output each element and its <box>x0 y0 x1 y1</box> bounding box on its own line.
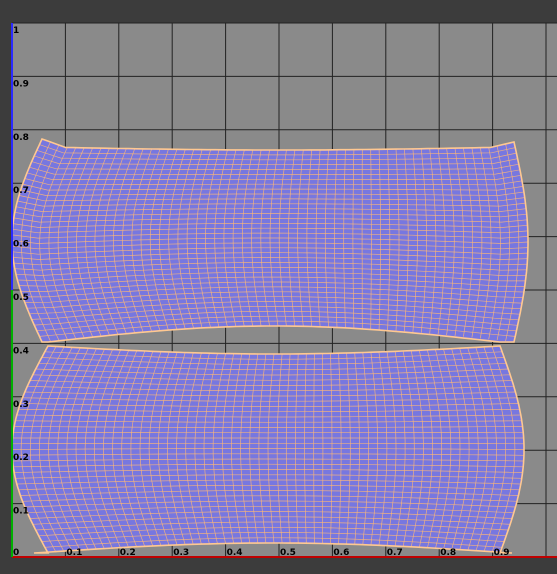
uv-canvas[interactable]: 0 0.1 0.2 0.3 0.4 0.5 0.6 0.7 0.8 0.9 0.1 0.2 0.3 0.4… <box>0 0 557 574</box>
v-tick-label: 0.1 <box>13 507 29 517</box>
v-tick-label: 0.2 <box>13 453 29 463</box>
v-tick-label: 0.8 <box>13 133 29 143</box>
uv-editor-viewport[interactable]: 0 0.1 0.2 0.3 0.4 0.5 0.6 0.7 0.8 0.9 0.1 0.2 0.3 0.4… <box>0 0 557 574</box>
u-tick-label: 0.4 <box>227 548 243 558</box>
u-tick-label: 0.8 <box>440 548 456 558</box>
v-tick-label: 0.3 <box>13 400 29 410</box>
u-tick-label: 0.6 <box>333 548 349 558</box>
u-tick-label: 0.3 <box>173 548 189 558</box>
v-tick-label: 0.4 <box>13 346 29 356</box>
v-tick-label: 0.9 <box>13 79 29 89</box>
lower-uv-shell[interactable] <box>11 345 525 554</box>
v-tick-label: 1 <box>13 26 19 36</box>
u-tick-label: 0 <box>13 548 19 558</box>
u-tick-label: 0.2 <box>120 548 136 558</box>
u-tick-label: 0.9 <box>494 548 510 558</box>
upper-uv-shell[interactable] <box>11 138 529 343</box>
u-tick-label: 0.7 <box>387 548 403 558</box>
v-tick-label: 0.6 <box>13 240 29 250</box>
v-tick-label: 0.5 <box>13 293 29 303</box>
u-tick-label: 0.1 <box>66 548 82 558</box>
u-tick-label: 0.5 <box>280 548 296 558</box>
v-tick-label: 0.7 <box>13 186 29 196</box>
